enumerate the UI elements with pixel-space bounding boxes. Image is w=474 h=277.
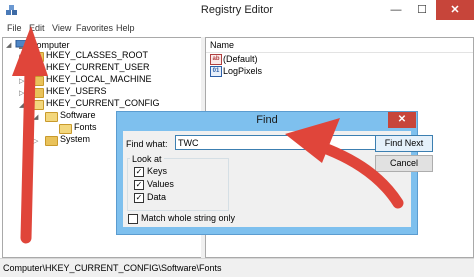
cancel-button[interactable]: Cancel bbox=[375, 155, 433, 172]
expand-caret-icon[interactable]: ▷ bbox=[19, 77, 24, 85]
dialog-close-button[interactable]: ✕ bbox=[388, 112, 416, 128]
tree-item-system[interactable]: System bbox=[60, 134, 90, 144]
folder-icon bbox=[31, 88, 44, 98]
status-path: Computer\HKEY_CURRENT_CONFIG\Software\Fo… bbox=[3, 263, 222, 273]
maximize-button[interactable]: ☐ bbox=[409, 0, 435, 20]
expand-caret-icon[interactable]: ▷ bbox=[33, 137, 38, 145]
collapse-caret-icon[interactable]: ◢ bbox=[33, 113, 38, 121]
keys-label: Keys bbox=[147, 166, 168, 176]
find-dialog: Find ✕ Find what: Find Next Cancel Look … bbox=[116, 111, 433, 235]
computer-icon bbox=[15, 39, 27, 49]
dword-value-icon: 01 bbox=[210, 66, 222, 77]
tree-item-hku[interactable]: HKEY_USERS bbox=[46, 86, 107, 96]
find-what-input[interactable] bbox=[175, 135, 378, 150]
string-value-icon: ab bbox=[210, 54, 222, 65]
expand-caret-icon[interactable]: ▷ bbox=[19, 89, 24, 97]
look-at-label: Look at bbox=[130, 154, 164, 164]
match-whole-checkbox[interactable] bbox=[128, 214, 138, 224]
menu-file[interactable]: File bbox=[7, 23, 22, 33]
folder-icon bbox=[31, 64, 44, 74]
status-bar: Computer\HKEY_CURRENT_CONFIG\Software\Fo… bbox=[0, 258, 474, 277]
column-name[interactable]: Name bbox=[210, 40, 234, 50]
list-item[interactable]: LogPixels bbox=[223, 66, 262, 76]
menu-view[interactable]: View bbox=[52, 23, 71, 33]
title-bar: Registry Editor — ☐ ✕ bbox=[0, 0, 474, 22]
find-what-label: Find what: bbox=[126, 139, 168, 149]
folder-icon bbox=[31, 52, 44, 62]
dialog-title: Find bbox=[256, 114, 278, 126]
tree-item-hkcu[interactable]: HKEY_CURRENT_USER bbox=[46, 62, 150, 72]
expand-caret-icon[interactable]: ▷ bbox=[19, 65, 24, 73]
collapse-caret-icon[interactable]: ◢ bbox=[19, 101, 24, 109]
find-next-button[interactable]: Find Next bbox=[375, 135, 433, 152]
menu-help[interactable]: Help bbox=[116, 23, 135, 33]
tree-item-computer[interactable]: Computer bbox=[30, 40, 70, 50]
keys-checkbox[interactable]: ✓ bbox=[134, 167, 144, 177]
tree-item-hkcr[interactable]: HKEY_CLASSES_ROOT bbox=[46, 50, 148, 60]
match-whole-label: Match whole string only bbox=[141, 213, 236, 223]
collapse-caret-icon[interactable]: ◢ bbox=[6, 41, 11, 49]
values-label: Values bbox=[147, 179, 174, 189]
values-checkbox[interactable]: ✓ bbox=[134, 180, 144, 190]
tree-item-hkcc[interactable]: HKEY_CURRENT_CONFIG bbox=[46, 98, 160, 108]
tree-item-fonts[interactable]: Fonts bbox=[74, 122, 97, 132]
tree-item-software[interactable]: Software bbox=[60, 110, 96, 120]
folder-open-icon bbox=[31, 100, 44, 110]
folder-icon bbox=[31, 76, 44, 86]
close-button[interactable]: ✕ bbox=[436, 0, 474, 20]
menu-favorites[interactable]: Favorites bbox=[76, 23, 113, 33]
dialog-body: Find what: Find Next Cancel Look at ✓ Ke… bbox=[123, 131, 433, 227]
menu-edit[interactable]: Edit bbox=[29, 23, 45, 33]
data-checkbox[interactable]: ✓ bbox=[134, 193, 144, 203]
minimize-button[interactable]: — bbox=[383, 0, 409, 20]
column-header[interactable]: Name bbox=[206, 38, 473, 53]
folder-icon bbox=[45, 136, 58, 146]
folder-open-icon bbox=[45, 112, 58, 122]
folder-open-icon bbox=[59, 124, 72, 134]
data-label: Data bbox=[147, 192, 167, 202]
menu-bar: File Edit View Favorites Help bbox=[0, 22, 474, 36]
tree-item-hklm[interactable]: HKEY_LOCAL_MACHINE bbox=[46, 74, 152, 84]
list-item[interactable]: (Default) bbox=[223, 54, 258, 64]
expand-caret-icon[interactable]: ▷ bbox=[19, 53, 24, 61]
